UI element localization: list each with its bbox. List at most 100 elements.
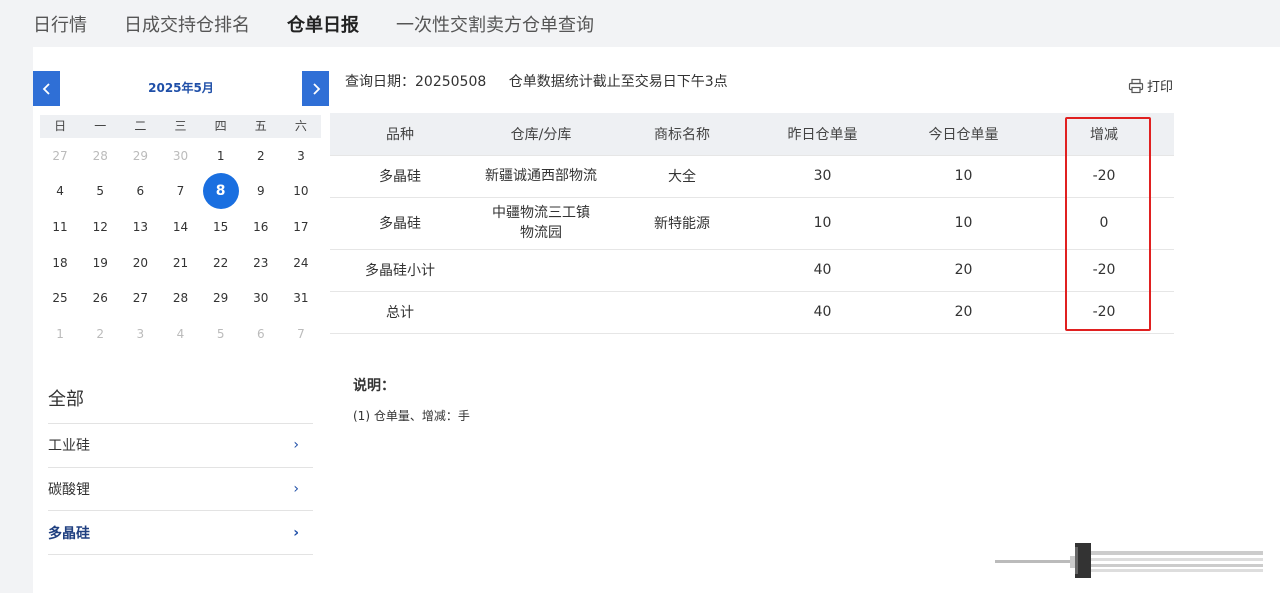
table-cell: 10 bbox=[752, 196, 893, 249]
printer-icon bbox=[1128, 78, 1144, 93]
table-cell: 10 bbox=[893, 154, 1034, 197]
calendar-weekday-row: 日 一 二 三 四 五 六 bbox=[40, 115, 321, 138]
calendar-day[interactable]: 20 bbox=[120, 245, 160, 281]
calendar-day[interactable]: 29 bbox=[201, 280, 241, 316]
calendar-day[interactable]: 30 bbox=[160, 138, 200, 174]
calendar-day[interactable]: 4 bbox=[160, 316, 200, 352]
weekday-label: 四 bbox=[214, 119, 227, 133]
calendar-day[interactable]: 13 bbox=[120, 209, 160, 245]
category-title: 全部 bbox=[48, 389, 84, 410]
table-cell: 40 bbox=[752, 248, 893, 291]
column-header: 商标名称 bbox=[612, 113, 752, 155]
data-cutoff-note: 仓单数据统计截止至交易日下午3点 bbox=[508, 74, 728, 90]
calendar-month-title: 2025年5月 bbox=[148, 81, 214, 95]
calendar-day[interactable]: 5 bbox=[201, 316, 241, 352]
calendar-day[interactable]: 16 bbox=[241, 209, 281, 245]
calendar-day[interactable]: 7 bbox=[281, 316, 321, 352]
change-column-highlight-box bbox=[1065, 117, 1151, 331]
calendar-day[interactable]: 10 bbox=[281, 174, 321, 210]
table-cell: 新特能源 bbox=[612, 196, 752, 249]
notes-text: (1) 仓单量、增减：手 bbox=[353, 409, 470, 423]
weekday-label: 三 bbox=[174, 119, 187, 133]
table-row: 总计 40 20 -20 bbox=[330, 290, 1174, 334]
top-navigation: 日行情 日成交持仓排名 仓单日报 一次性交割卖方仓单查询 bbox=[0, 0, 1280, 47]
table-cell: 新疆诚通西部物流 bbox=[470, 154, 612, 197]
table-cell: 10 bbox=[893, 196, 1034, 249]
calendar-day[interactable]: 21 bbox=[160, 245, 200, 281]
table-cell bbox=[470, 248, 612, 291]
calendar-day[interactable]: 24 bbox=[281, 245, 321, 281]
calendar-week-row: 25 26 27 28 29 30 31 bbox=[40, 280, 321, 316]
previous-month-button[interactable] bbox=[33, 71, 60, 106]
calendar-day[interactable]: 4 bbox=[40, 174, 80, 210]
table-cell: 大全 bbox=[612, 154, 752, 197]
calendar-day[interactable]: 2 bbox=[80, 316, 120, 352]
next-month-button[interactable] bbox=[302, 71, 329, 106]
left-panel: 2025年5月 日 一 二 三 四 五 六 27 28 29 30 1 2 3 4 5 6 7 8 9 1… bbox=[33, 47, 330, 593]
category-item-polysilicon[interactable]: 多晶硅 › bbox=[48, 511, 313, 556]
calendar-day[interactable]: 9 bbox=[241, 174, 281, 210]
watermark-logo bbox=[995, 543, 1263, 578]
print-label: 打印 bbox=[1147, 80, 1174, 95]
table-cell: 总计 bbox=[330, 290, 470, 334]
calendar-day[interactable]: 6 bbox=[241, 316, 281, 352]
tab-warehouse-receipt-daily[interactable]: 仓单日报 bbox=[287, 11, 359, 37]
calendar-week-row: 27 28 29 30 1 2 3 bbox=[40, 138, 321, 174]
column-header: 今日仓单量 bbox=[893, 113, 1034, 155]
calendar-day[interactable]: 26 bbox=[80, 280, 120, 316]
calendar-day[interactable]: 25 bbox=[40, 280, 80, 316]
calendar-day[interactable]: 1 bbox=[40, 316, 80, 352]
calendar-day[interactable]: 8 bbox=[201, 173, 241, 210]
calendar-day[interactable]: 1 bbox=[201, 138, 241, 174]
calendar-day[interactable]: 28 bbox=[80, 138, 120, 174]
calendar-day[interactable]: 17 bbox=[281, 209, 321, 245]
chevron-right-icon: › bbox=[293, 524, 299, 541]
calendar-day[interactable]: 2 bbox=[241, 138, 281, 174]
calendar-day[interactable]: 3 bbox=[281, 138, 321, 174]
calendar-day[interactable]: 29 bbox=[120, 138, 160, 174]
calendar-week-row: 11 12 13 14 15 16 17 bbox=[40, 209, 321, 245]
calendar-day[interactable]: 19 bbox=[80, 245, 120, 281]
calendar-day[interactable]: 18 bbox=[40, 245, 80, 281]
calendar-day[interactable]: 22 bbox=[201, 245, 241, 281]
calendar-day[interactable]: 7 bbox=[160, 174, 200, 210]
category-label: 碳酸锂 bbox=[48, 482, 90, 499]
category-item-lithium-carbonate[interactable]: 碳酸锂 › bbox=[48, 468, 313, 512]
calendar-day[interactable]: 12 bbox=[80, 209, 120, 245]
calendar-day[interactable]: 27 bbox=[120, 280, 160, 316]
table-row: 多晶硅小计 40 20 -20 bbox=[330, 248, 1174, 291]
calendar-day[interactable]: 28 bbox=[160, 280, 200, 316]
calendar-day[interactable]: 6 bbox=[120, 174, 160, 210]
calendar-day[interactable]: 23 bbox=[241, 245, 281, 281]
tab-daily-quotes[interactable]: 日行情 bbox=[33, 11, 87, 37]
calendar-day[interactable]: 27 bbox=[40, 138, 80, 174]
notes-title: 说明： bbox=[353, 378, 395, 394]
weekday-label: 一 bbox=[94, 119, 107, 133]
table-cell: 20 bbox=[893, 290, 1034, 334]
calendar-day[interactable]: 14 bbox=[160, 209, 200, 245]
category-item-industrial-silicon[interactable]: 工业硅 › bbox=[48, 424, 313, 468]
table-cell bbox=[612, 248, 752, 291]
table-cell: 30 bbox=[752, 154, 893, 197]
calendar-day[interactable]: 31 bbox=[281, 280, 321, 316]
calendar-day[interactable]: 11 bbox=[40, 209, 80, 245]
table-header-row: 品种 仓库/分库 商标名称 昨日仓单量 今日仓单量 增减 bbox=[330, 113, 1174, 155]
calendar-day[interactable]: 30 bbox=[241, 280, 281, 316]
tab-seller-receipt-query[interactable]: 一次性交割卖方仓单查询 bbox=[396, 11, 594, 37]
category-label: 多晶硅 bbox=[48, 525, 90, 542]
weekday-label: 五 bbox=[254, 119, 267, 133]
calendar-day[interactable]: 3 bbox=[120, 316, 160, 352]
main-content: 查询日期：20250508 仓单数据统计截止至交易日下午3点 打印 品种 仓库/… bbox=[330, 47, 1280, 593]
calendar-day[interactable]: 15 bbox=[201, 209, 241, 245]
calendar-week-row: 4 5 6 7 8 9 10 bbox=[40, 173, 321, 210]
table-row: 多晶硅 中疆物流三工镇物流园 新特能源 10 10 0 bbox=[330, 196, 1174, 249]
calendar-header: 2025年5月 bbox=[33, 71, 330, 106]
table-cell bbox=[470, 290, 612, 334]
calendar-day[interactable]: 5 bbox=[80, 174, 120, 210]
print-button[interactable]: 打印 bbox=[1128, 76, 1173, 95]
chevron-right-icon: › bbox=[293, 437, 299, 454]
tab-daily-ranking[interactable]: 日成交持仓排名 bbox=[124, 11, 250, 37]
chevron-left-icon bbox=[42, 82, 50, 95]
table-cell: 20 bbox=[893, 248, 1034, 291]
table-row: 多晶硅 新疆诚通西部物流 大全 30 10 -20 bbox=[330, 154, 1174, 197]
